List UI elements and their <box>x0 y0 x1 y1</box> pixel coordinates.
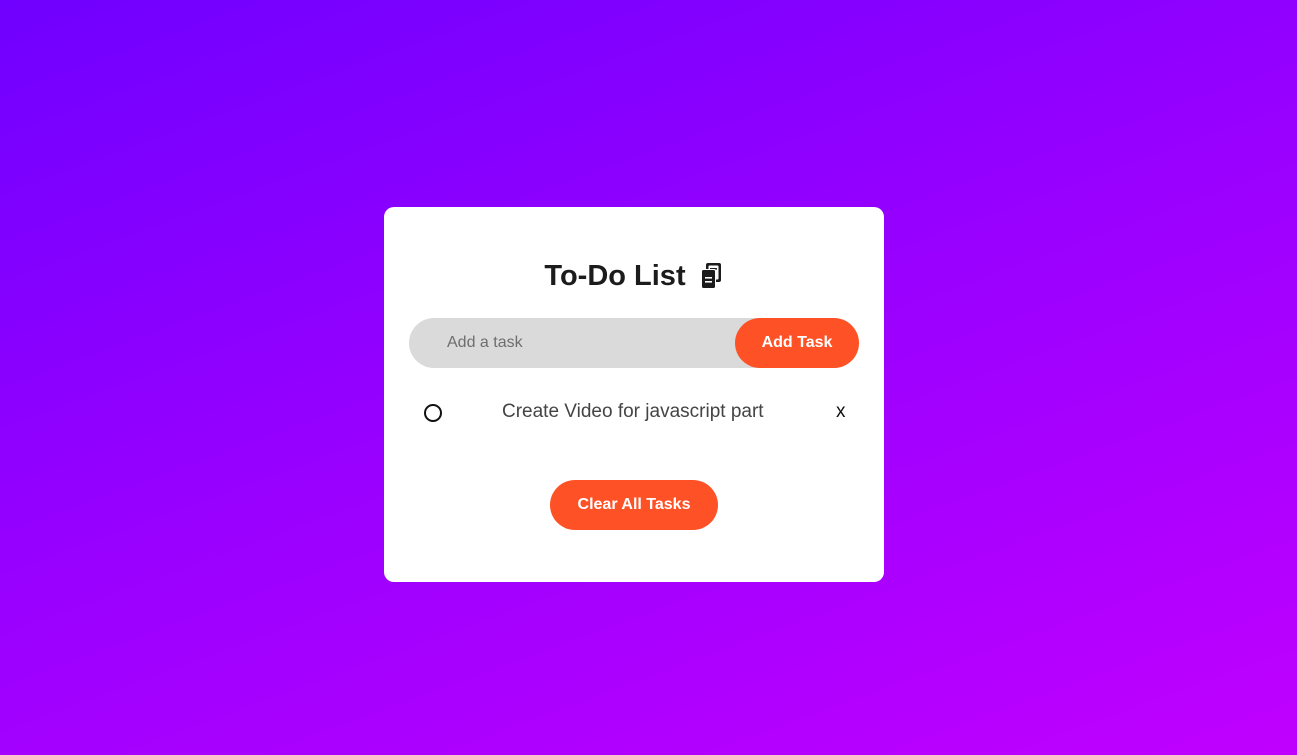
add-task-button[interactable]: Add Task <box>735 318 859 368</box>
checkbox-circle-icon[interactable] <box>424 404 442 422</box>
clear-all-button[interactable]: Clear All Tasks <box>550 480 718 530</box>
header: To-Do List <box>384 257 884 295</box>
task-input[interactable] <box>409 318 735 368</box>
add-task-row: Add Task <box>409 318 859 368</box>
list-item[interactable]: Create Video for javascript part x <box>409 392 859 432</box>
clipboard-icon <box>698 262 724 290</box>
todo-card: To-Do List Add Task Create Video for jav… <box>384 207 884 582</box>
task-text[interactable]: Create Video for javascript part <box>502 401 764 423</box>
page-title: To-Do List <box>544 259 686 292</box>
delete-task-button[interactable]: x <box>836 401 846 423</box>
task-list: Create Video for javascript part x <box>409 392 859 432</box>
